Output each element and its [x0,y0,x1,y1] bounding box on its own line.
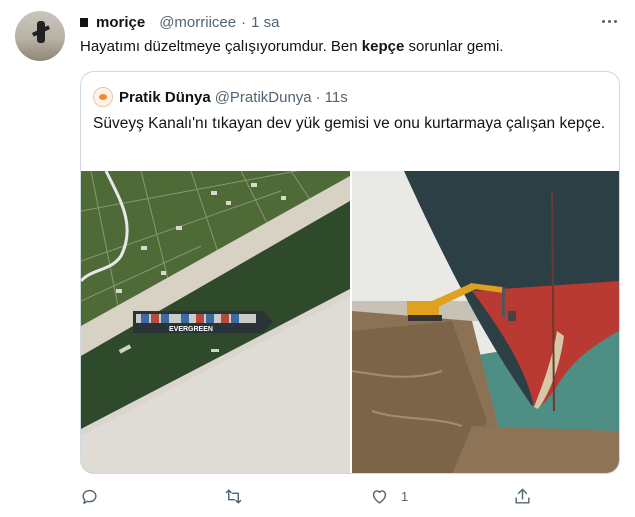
quote-text: Süveyş Kanalı'nı tıkayan dev yük gemisi … [93,115,606,132]
more-options-icon[interactable] [602,12,622,30]
like-count: 1 [401,489,409,504]
quote-header: Pratik Dünya @PratikDunya · 11s [93,87,348,107]
user-name[interactable]: moriçe [96,14,145,31]
share-button[interactable] [513,487,532,506]
ship-label: EVERGREEN [169,326,213,333]
quote-time: 11s [324,88,348,106]
reply-icon [82,489,97,504]
share-icon [515,488,530,504]
quote-user-name: Pratik Dünya [119,88,211,106]
tweet-text: Hayatımı düzeltmeye çalışıyorumdur. Ben … [80,37,504,57]
quote-avatar[interactable] [93,87,113,107]
flag-icon [80,17,88,27]
user-handle[interactable]: @morriicee [159,14,236,31]
quote-user-handle: @PratikDunya [214,88,312,106]
user-avatar[interactable] [15,11,65,61]
tweet-header: moriçe @morriicee · 1 sa [80,12,279,32]
retweet-icon [225,489,242,504]
quote-separator: · [315,88,321,106]
reply-button[interactable] [80,487,111,506]
tweet-text-part-end: sorunlar gemi. [404,38,504,55]
tweet-time[interactable]: 1 sa [251,14,279,31]
heart-icon [372,490,387,504]
excavator-image[interactable] [352,171,619,473]
separator-dot: · [241,13,247,31]
quoted-tweet[interactable]: Pratik Dünya @PratikDunya · 11s Süveyş K… [80,71,620,474]
tweet-text-part: Hayatımı düzeltmeye çalışıyorumdur. Ben [80,38,362,55]
quote-media[interactable]: EVERGREEN [81,171,619,473]
retweet-button[interactable] [224,487,255,506]
satellite-image[interactable]: EVERGREEN [81,171,350,473]
tweet-actions: 1 [80,487,540,509]
like-button[interactable]: 1 [370,487,408,506]
tweet-text-bold: kepçe [361,38,405,55]
